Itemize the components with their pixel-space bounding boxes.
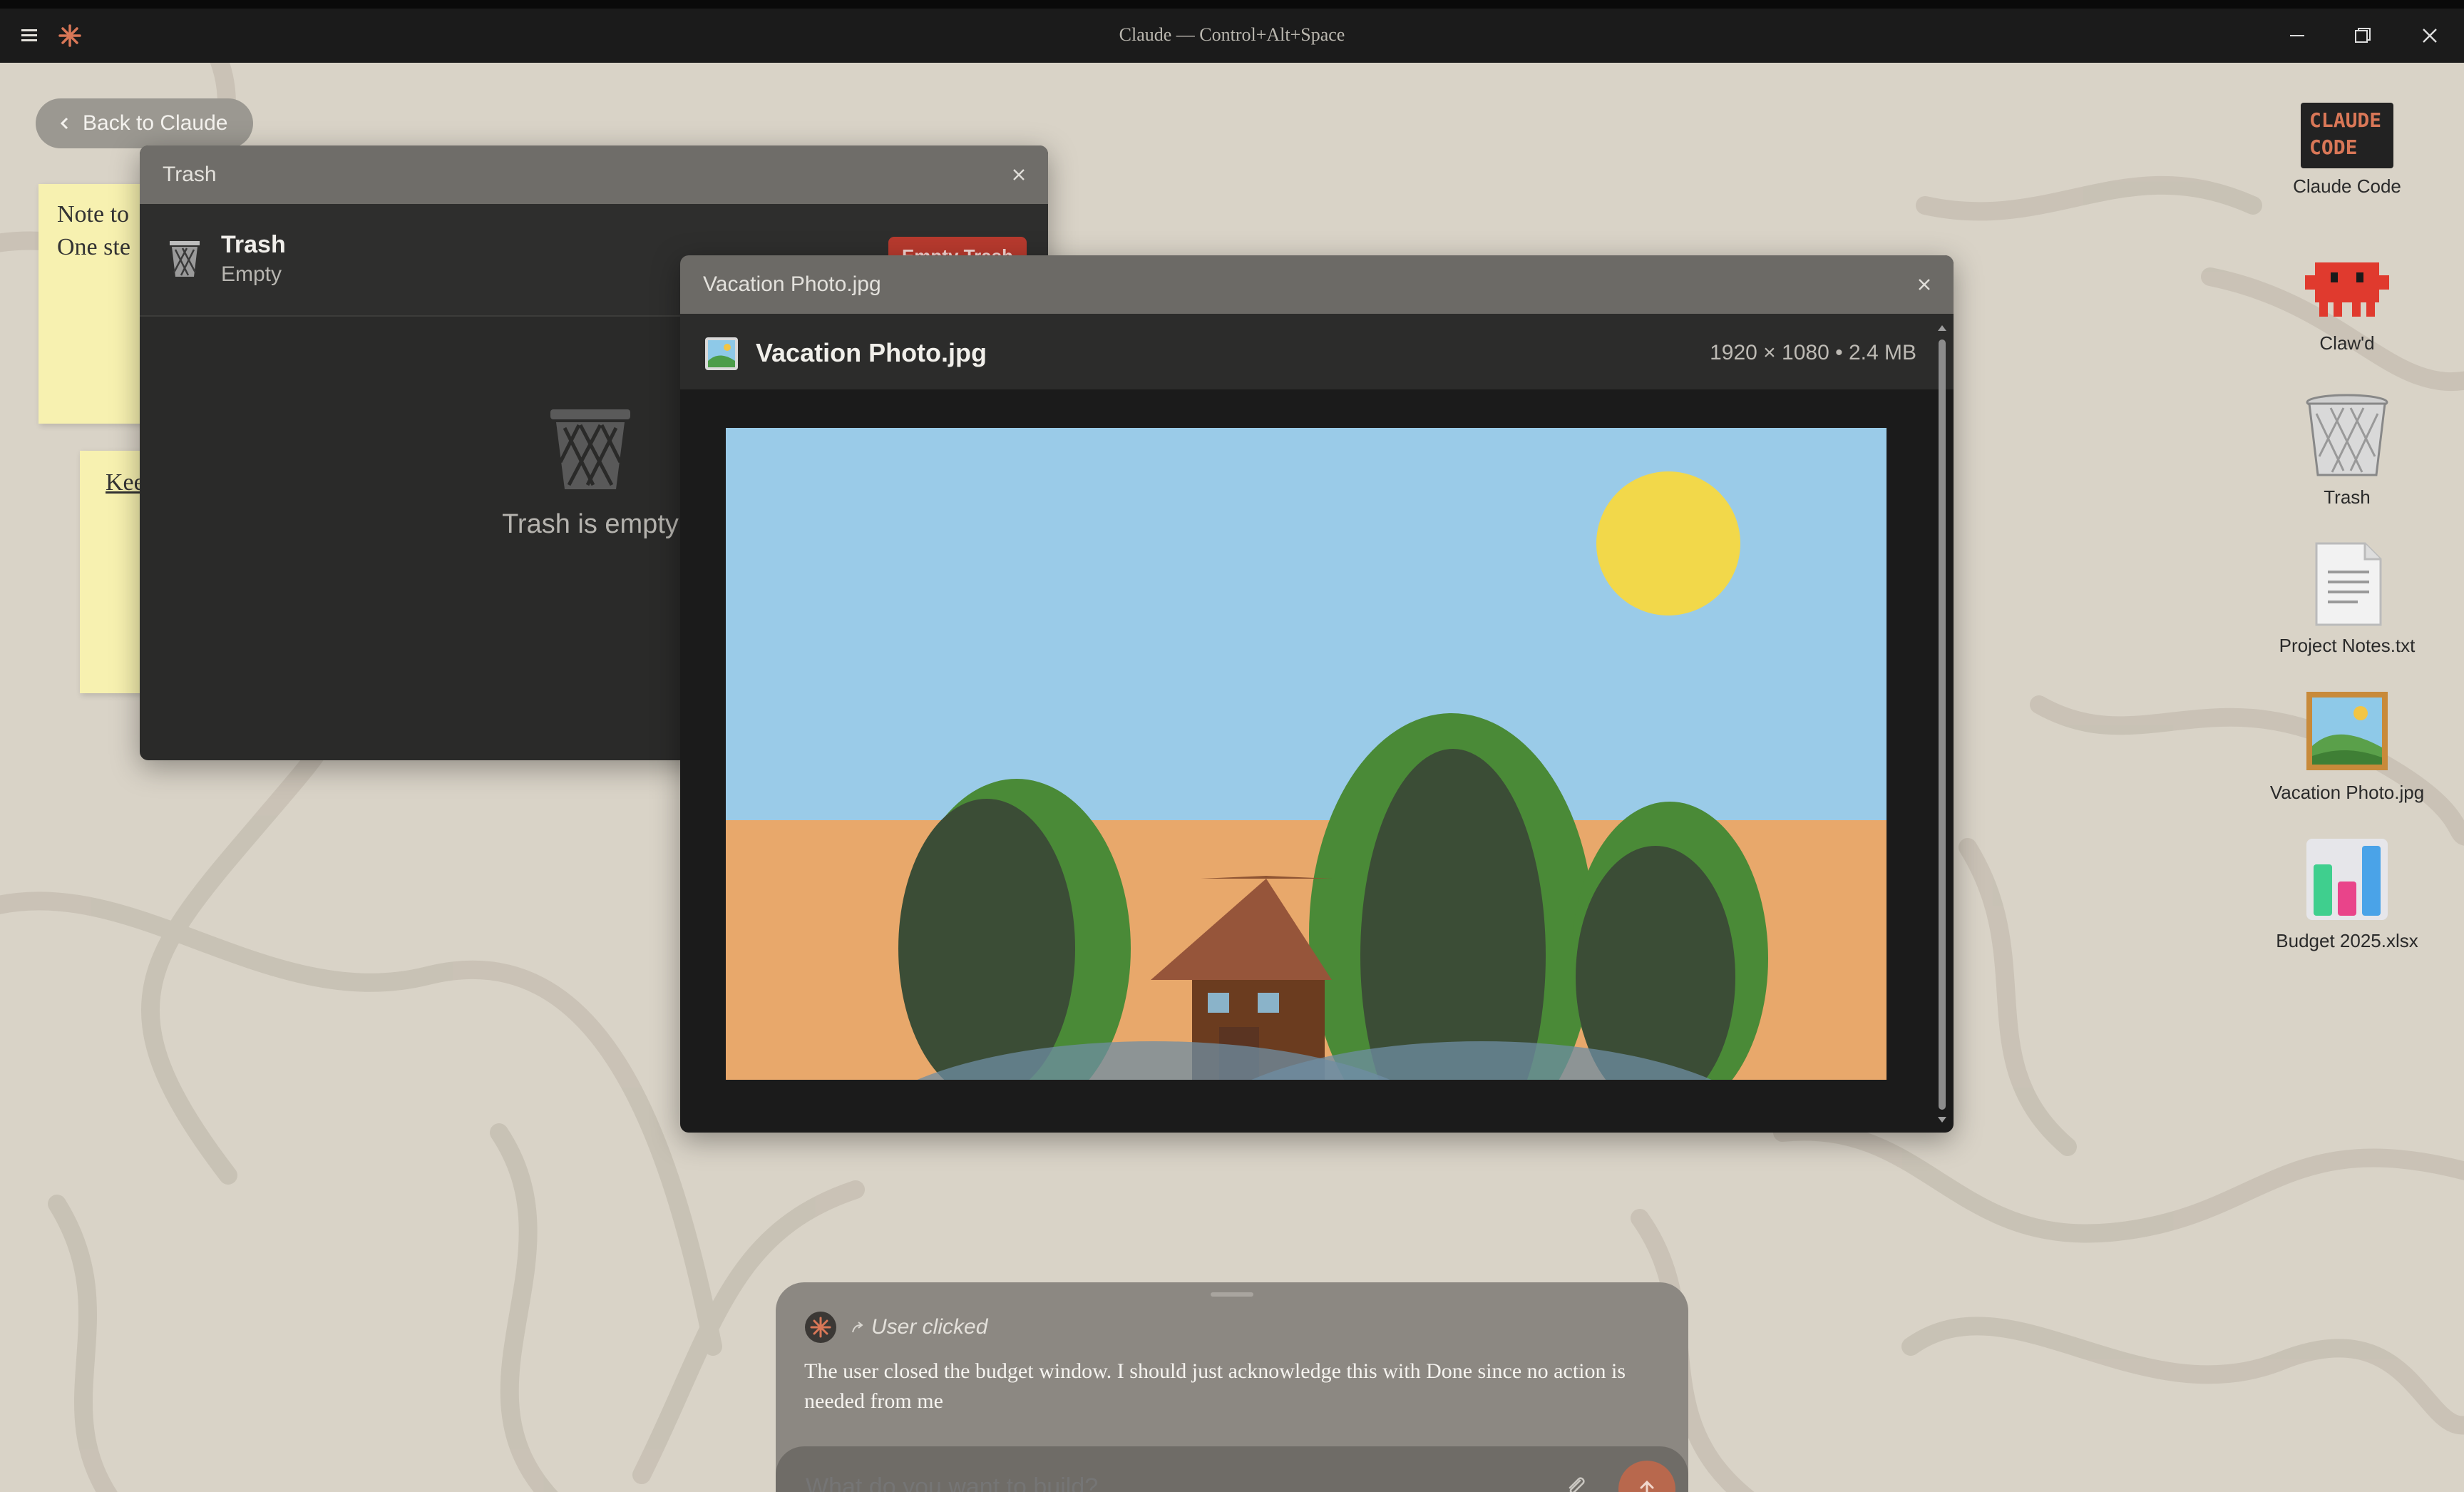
- scroll-up-icon[interactable]: [1935, 321, 1949, 335]
- trash-window-title: Trash: [163, 163, 217, 186]
- claude-code-icon: CLAUDE CODE: [2301, 103, 2393, 168]
- clawd-icon: [2301, 245, 2393, 325]
- photo-window-titlebar[interactable]: Vacation Photo.jpg: [680, 255, 1954, 314]
- send-button[interactable]: [1618, 1461, 1675, 1492]
- desktop-icon-label: Project Notes.txt: [2279, 635, 2416, 656]
- chat-message: The user closed the budget window. I sho…: [804, 1359, 1626, 1413]
- minimize-icon[interactable]: [2283, 21, 2311, 50]
- close-icon[interactable]: [1915, 275, 1934, 294]
- desktop-icon-label: Budget 2025.xlsx: [2276, 930, 2418, 951]
- trash-icon: [170, 241, 200, 277]
- chat-input[interactable]: [804, 1465, 1520, 1492]
- photo-file-meta: 1920 × 1080 • 2.4 MB: [1710, 341, 1916, 364]
- title-bar: Claude — Control+Alt+Space: [0, 0, 2464, 63]
- photo-canvas: [726, 428, 1886, 1080]
- chevron-left-icon: [60, 117, 68, 130]
- close-icon[interactable]: [1010, 165, 1028, 184]
- trash-header-name: Trash: [221, 231, 286, 258]
- desktop-icon-claude-code[interactable]: CLAUDE CODE Claude Code: [2262, 103, 2433, 198]
- spreadsheet-icon: [2301, 836, 2393, 923]
- window-title: Claude — Control+Alt+Space: [1119, 24, 1345, 45]
- desktop-icon-label: Trash: [2324, 486, 2371, 508]
- trash-icon: [550, 409, 630, 489]
- scrollbar-thumb[interactable]: [1939, 339, 1946, 1110]
- paperclip-icon[interactable]: [1563, 1473, 1588, 1492]
- arrow-up-icon: [1640, 1480, 1654, 1492]
- claude-avatar-icon: [805, 1312, 836, 1343]
- desktop-icon-label: Claude Code: [2293, 175, 2401, 197]
- chat-panel[interactable]: User clicked The user closed the budget …: [776, 1282, 1688, 1492]
- trash-window-titlebar[interactable]: Trash: [140, 145, 1048, 204]
- claude-code-logo-text: CLAUDE CODE: [2309, 108, 2382, 159]
- desktop-icon-label: Vacation Photo.jpg: [2269, 782, 2425, 803]
- vacation-photo-window[interactable]: Vacation Photo.jpg Vacation Photo.jpg 19…: [680, 255, 1954, 1133]
- photo-file-name: Vacation Photo.jpg: [756, 338, 987, 367]
- image-file-icon: [705, 337, 738, 370]
- scroll-down-icon[interactable]: [1935, 1113, 1949, 1127]
- desktop-icon-trash[interactable]: Trash: [2262, 392, 2433, 509]
- desktop-icon-vacation-photo[interactable]: Vacation Photo.jpg: [2262, 688, 2433, 804]
- scrollbar[interactable]: [1935, 321, 1949, 1127]
- desktop-icon-label: Claw'd: [2319, 332, 2375, 354]
- image-file-icon: [2301, 688, 2393, 775]
- desktop-icon-project-notes[interactable]: Project Notes.txt: [2262, 541, 2433, 657]
- back-to-claude-button[interactable]: Back to Claude: [36, 98, 254, 148]
- drag-handle[interactable]: [1211, 1292, 1253, 1297]
- restore-icon[interactable]: [2348, 21, 2377, 50]
- reply-arrow-icon: [852, 1322, 863, 1333]
- back-button-label: Back to Claude: [83, 111, 228, 135]
- vacation-photo-image: [726, 428, 1886, 1080]
- text-file-icon: [2301, 541, 2393, 628]
- desktop[interactable]: Back to Claude Note to One ste Kee CLAUD…: [0, 63, 2464, 1492]
- trash-icon: [2301, 392, 2393, 479]
- photo-window-header: Vacation Photo.jpg 1920 × 1080 • 2.4 MB: [680, 314, 1954, 389]
- chat-event-label: User clicked: [871, 1315, 988, 1339]
- desktop-icon-clawd[interactable]: Claw'd: [2262, 245, 2433, 354]
- photo-window-title: Vacation Photo.jpg: [703, 272, 881, 296]
- close-icon[interactable]: [2416, 21, 2444, 50]
- trash-header-status: Empty: [221, 262, 282, 286]
- desktop-icon-budget[interactable]: Budget 2025.xlsx: [2262, 836, 2433, 952]
- chat-input-bar[interactable]: [776, 1446, 1688, 1492]
